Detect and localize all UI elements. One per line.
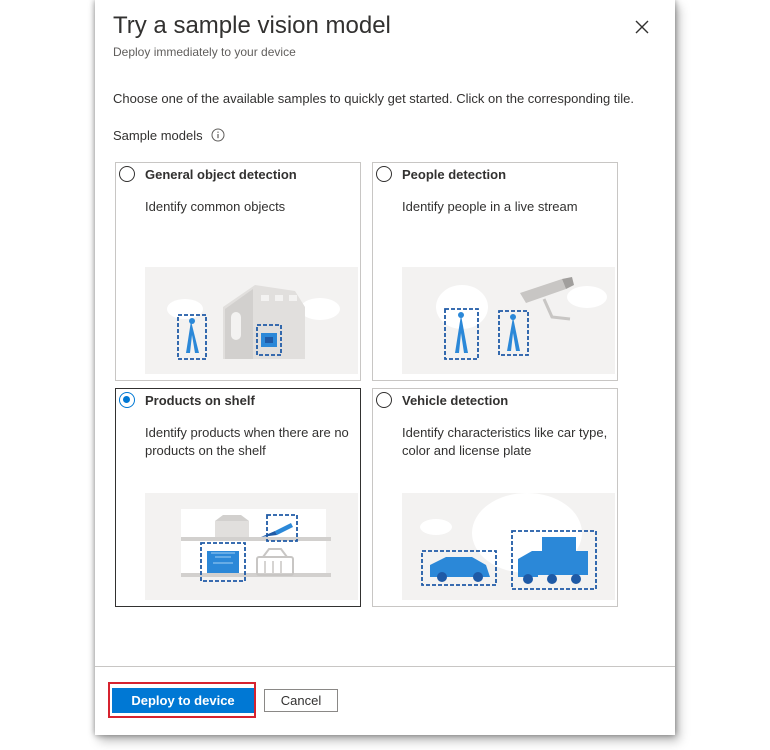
dialog-subtitle: Deploy immediately to your device	[113, 45, 296, 59]
info-icon[interactable]	[211, 128, 225, 142]
dialog-title: Try a sample vision model	[113, 12, 391, 39]
radio-products-on-shelf[interactable]	[119, 392, 135, 408]
products-on-shelf-illustration	[145, 493, 358, 600]
tile-title: People detection	[402, 167, 507, 182]
people-detection-illustration	[402, 267, 615, 374]
cancel-button[interactable]: Cancel	[264, 689, 338, 712]
footer-divider	[95, 666, 675, 667]
dialog-panel: Try a sample vision model Deploy immedia…	[95, 0, 675, 735]
tile-description: Identify people in a live stream	[402, 199, 578, 214]
tile-people-detection[interactable]: People detection Identify people in a li…	[372, 162, 618, 381]
tile-title: Products on shelf	[145, 393, 255, 408]
tile-general-object-detection[interactable]: General object detection Identify common…	[115, 162, 361, 381]
tile-products-on-shelf[interactable]: Products on shelf Identify products when…	[115, 388, 361, 607]
close-icon[interactable]	[631, 16, 653, 38]
tile-description: Identify characteristics like car type, …	[402, 425, 608, 458]
general-object-illustration	[145, 267, 358, 374]
radio-vehicle-detection[interactable]	[376, 392, 392, 408]
vehicle-detection-illustration	[402, 493, 615, 600]
tile-title: General object detection	[145, 167, 297, 182]
tile-vehicle-detection[interactable]: Vehicle detection Identify characteristi…	[372, 388, 618, 607]
tile-description: Identify common objects	[145, 199, 286, 214]
intro-text: Choose one of the available samples to q…	[113, 91, 635, 106]
radio-people-detection[interactable]	[376, 166, 392, 182]
deploy-to-device-button[interactable]: Deploy to device	[112, 688, 254, 713]
radio-general-object-detection[interactable]	[119, 166, 135, 182]
tile-title: Vehicle detection	[402, 393, 509, 408]
sample-models-label: Sample models	[113, 128, 203, 143]
tile-description: Identify products when there are no prod…	[145, 425, 349, 458]
